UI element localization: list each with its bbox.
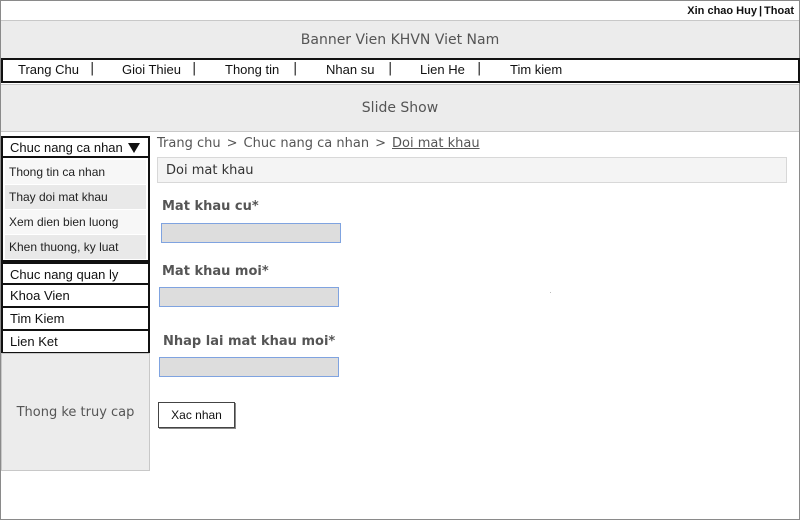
new-password-field[interactable] — [159, 287, 339, 307]
section-title: Doi mat khau — [157, 157, 787, 183]
nav-item-thong-tin[interactable]: Thong tin — [225, 62, 279, 77]
banner: Banner Vien KHVN Viet Nam — [1, 20, 799, 59]
nav-item-tim-kiem[interactable]: Tim kiem — [510, 62, 562, 77]
visit-stats-label: Thong ke truy cap — [16, 404, 135, 420]
breadcrumb-current[interactable]: Doi mat khau — [392, 136, 480, 151]
breadcrumb-separator: > — [226, 136, 238, 151]
nav-separator: | — [477, 61, 482, 76]
breadcrumb-separator: > — [375, 136, 387, 151]
stray-dot — [550, 292, 551, 293]
submenu-item-thay-doi-mat-khau[interactable]: Thay doi mat khau — [5, 185, 146, 209]
visit-stats-box: Thong ke truy cap — [1, 353, 150, 471]
submenu-item-xem-dien-bien-luong[interactable]: Xem dien bien luong — [5, 210, 146, 234]
submenu-item-khen-thuong-ky-luat[interactable]: Khen thuong, ky luat — [5, 235, 146, 259]
nav-item-lien-he[interactable]: Lien He — [420, 62, 465, 77]
nav-item-gioi-thieu[interactable]: Gioi Thieu — [122, 62, 181, 77]
nav-separator: | — [388, 61, 393, 76]
nav-item-nhan-su[interactable]: Nhan su — [326, 62, 374, 77]
submit-button[interactable]: Xac nhan — [158, 402, 235, 428]
old-password-label: Mat khau cu* — [162, 199, 259, 214]
new-password-label: Mat khau moi* — [162, 264, 269, 279]
user-bar-separator: | — [758, 5, 763, 17]
menu-lien-ket[interactable]: Lien Ket — [1, 331, 150, 354]
old-password-field[interactable] — [161, 223, 341, 243]
personal-submenu: Thong tin ca nhan Thay doi mat khau Xem … — [1, 158, 150, 262]
nav-item-trang-chu[interactable]: Trang Chu — [18, 62, 79, 77]
logout-link[interactable]: Thoat — [764, 5, 794, 17]
banner-label: Banner Vien KHVN Viet Nam — [300, 31, 500, 48]
nav-separator: | — [293, 61, 298, 76]
personal-menu-header[interactable]: Chuc nang ca nhan — [1, 136, 150, 158]
menu-khoa-vien[interactable]: Khoa Vien — [1, 285, 150, 308]
menu-tim-kiem[interactable]: Tim Kiem — [1, 308, 150, 331]
confirm-password-field[interactable] — [159, 357, 339, 377]
confirm-password-label: Nhap lai mat khau moi* — [163, 334, 336, 349]
nav-separator: | — [90, 61, 95, 76]
menu-chuc-nang-quan-ly[interactable]: Chuc nang quan ly — [1, 262, 150, 285]
breadcrumb-home[interactable]: Trang chu — [157, 136, 221, 151]
slideshow-label: Slide Show — [361, 100, 439, 116]
personal-menu-label: Chuc nang ca nhan — [10, 140, 123, 155]
main-nav: Trang Chu | Gioi Thieu | Thong tin | Nha… — [1, 58, 800, 83]
breadcrumb: Trang chu > Chuc nang ca nhan > Doi mat khau — [157, 136, 480, 151]
sidebar: Chuc nang ca nhan Thong tin ca nhan Thay… — [1, 136, 150, 354]
user-bar: Xin chao Huy | Thoat — [686, 5, 795, 17]
nav-separator: | — [192, 61, 197, 76]
breadcrumb-personal[interactable]: Chuc nang ca nhan — [244, 136, 370, 151]
submenu-item-thong-tin-ca-nhan[interactable]: Thong tin ca nhan — [5, 160, 146, 184]
slideshow: Slide Show — [1, 84, 799, 132]
greeting-text: Xin chao Huy — [687, 5, 757, 17]
dropdown-arrow-icon[interactable] — [128, 143, 140, 153]
